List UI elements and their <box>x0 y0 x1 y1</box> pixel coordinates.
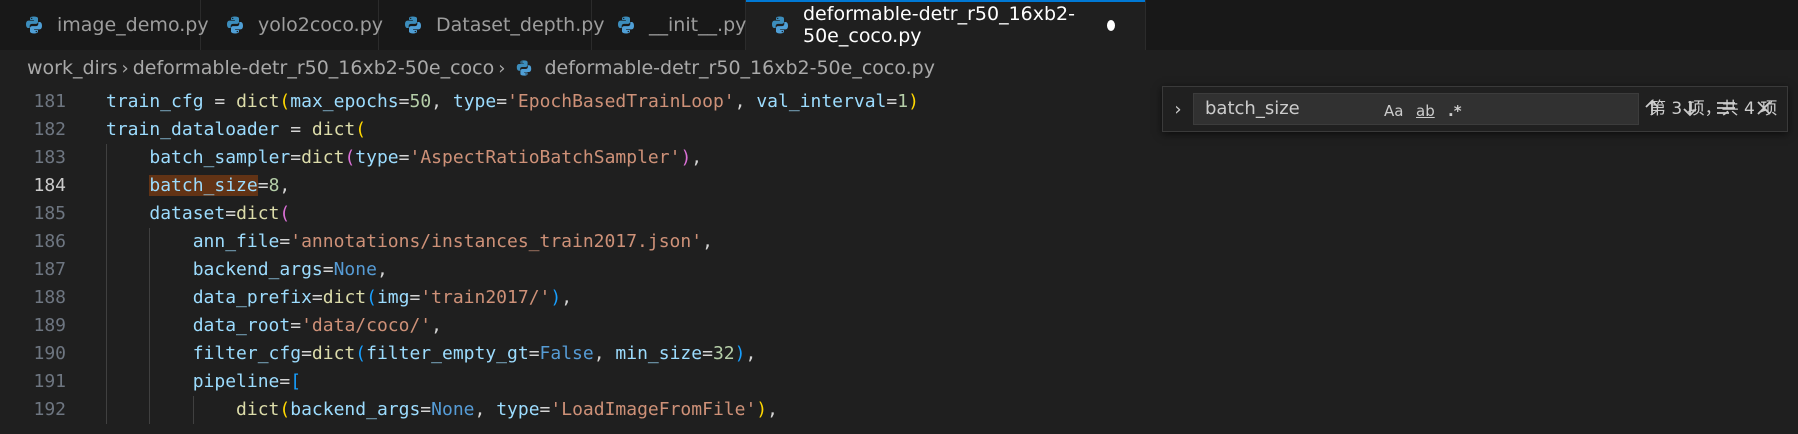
code-line[interactable]: 187 backend_args=None, <box>0 256 1798 284</box>
line-number: 186 <box>33 231 66 252</box>
toggle-replace-chevron-icon[interactable]: › <box>1169 87 1187 131</box>
unsaved-dot-icon[interactable] <box>1107 19 1115 31</box>
next-match-arrow-down-icon[interactable] <box>1678 96 1702 120</box>
line-number: 183 <box>33 147 66 168</box>
code-text: pipeline=[ <box>192 371 302 392</box>
line-number: 181 <box>33 91 66 112</box>
code-line[interactable]: 188 data_prefix=dict(img='train2017/'), <box>0 284 1798 312</box>
line-number: 191 <box>33 371 66 392</box>
find-in-selection-icon[interactable] <box>1714 96 1738 120</box>
code-text: backend_args=None, <box>192 259 388 280</box>
match-whole-word-toggle[interactable]: ab <box>1416 100 1435 122</box>
code-text: data_root='data/coco/', <box>192 315 442 336</box>
code-text: data_prefix=dict(img='train2017/'), <box>192 287 573 308</box>
code-line[interactable]: 184 batch_size=8, <box>0 172 1798 200</box>
indent-guide <box>192 396 194 424</box>
previous-match-arrow-up-icon[interactable] <box>1640 96 1664 120</box>
code-line[interactable]: 183 batch_sampler=dict(type='AspectRatio… <box>0 144 1798 172</box>
chevron-right-icon: › <box>498 57 506 79</box>
tab-image-demo[interactable]: image_demo.py <box>0 0 209 50</box>
python-file-icon <box>517 60 532 76</box>
code-line[interactable]: 185 dataset=dict( <box>0 200 1798 228</box>
code-text: train_dataloader = dict( <box>106 119 367 140</box>
line-number: 190 <box>33 343 66 364</box>
tab-init[interactable]: __init__.py <box>592 0 746 50</box>
line-number: 182 <box>33 119 66 140</box>
python-file-icon <box>26 16 42 34</box>
indent-guide <box>149 228 151 424</box>
code-text: filter_cfg=dict(filter_empty_gt=False, m… <box>192 343 757 364</box>
indent-guide <box>106 144 107 424</box>
code-text: dict(backend_args=None, type='LoadImageF… <box>236 399 778 420</box>
line-number: 188 <box>33 287 66 308</box>
python-file-icon <box>772 16 788 34</box>
use-regex-toggle[interactable]: .* <box>1448 100 1462 122</box>
code-text: train_cfg = dict(max_epochs=50, type='Ep… <box>106 91 919 112</box>
breadcrumb-folder-work-dirs[interactable]: work_dirs <box>27 57 118 79</box>
breadcrumb-file[interactable]: deformable-detr_r50_16xb2-50e_coco.py <box>509 57 935 79</box>
code-text: dataset=dict( <box>149 203 291 224</box>
code-line[interactable]: 192 dict(backend_args=None, type='LoadIm… <box>0 396 1798 424</box>
close-find-icon[interactable] <box>1752 96 1776 120</box>
tab-deformable-detr[interactable]: deformable-detr_r50_16xb2-50e_coco.py <box>746 0 1146 50</box>
code-line[interactable]: 190 filter_cfg=dict(filter_empty_gt=Fals… <box>0 340 1798 368</box>
code-line[interactable]: 189 data_root='data/coco/', <box>0 312 1798 340</box>
breadcrumb-folder-config[interactable]: deformable-detr_r50_16xb2-50e_coco <box>133 57 495 79</box>
code-line[interactable]: 191 pipeline=[ <box>0 368 1798 396</box>
match-case-toggle[interactable]: Aa <box>1384 100 1403 122</box>
chevron-right-icon: › <box>121 57 129 79</box>
find-input-value: batch_size <box>1205 98 1300 119</box>
code-line[interactable]: 186 ann_file='annotations/instances_trai… <box>0 228 1798 256</box>
breadcrumb: work_dirs › deformable-detr_r50_16xb2-50… <box>0 50 1798 86</box>
breadcrumb-file-label: deformable-detr_r50_16xb2-50e_coco.py <box>544 57 935 79</box>
tab-dataset-depth[interactable]: Dataset_depth.py <box>379 0 605 50</box>
code-text: batch_sampler=dict(type='AspectRatioBatc… <box>149 147 703 168</box>
line-number: 189 <box>33 315 66 336</box>
tab-label: image_demo.py <box>57 14 209 36</box>
tab-label: yolo2coco.py <box>258 14 384 36</box>
search-match-highlight: batch_size <box>149 175 258 196</box>
code-text: ann_file='annotations/instances_train201… <box>192 231 713 252</box>
line-number: 192 <box>33 399 66 420</box>
tab-label: Dataset_depth.py <box>436 14 605 36</box>
find-input[interactable]: batch_size Aa ab .* <box>1193 93 1639 125</box>
code-text: batch_size=8, <box>149 175 291 196</box>
editor-tab-bar: image_demo.py yolo2coco.py Dataset_depth… <box>0 0 1798 51</box>
tab-label: deformable-detr_r50_16xb2-50e_coco.py <box>803 3 1076 47</box>
line-number: 184 <box>33 175 66 196</box>
python-file-icon <box>618 16 634 34</box>
tab-yolo2coco[interactable]: yolo2coco.py <box>201 0 383 50</box>
python-file-icon <box>405 16 421 34</box>
tab-label: __init__.py <box>649 14 747 36</box>
code-editor[interactable]: 181 train_cfg = dict(max_epochs=50, type=… <box>0 86 1798 434</box>
python-file-icon <box>227 16 243 34</box>
line-number: 187 <box>33 259 66 280</box>
line-number: 185 <box>33 203 66 224</box>
